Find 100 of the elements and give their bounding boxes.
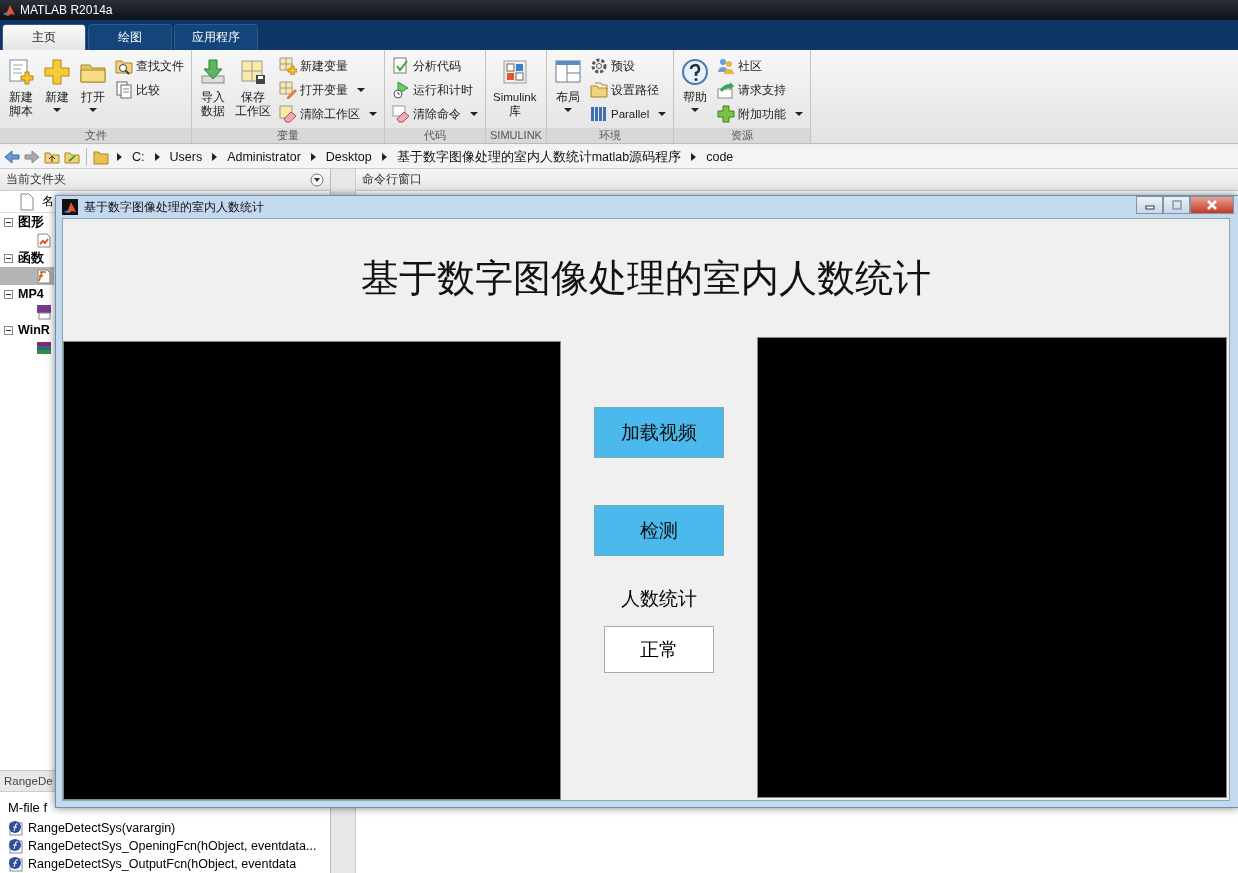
ribbon-button[interactable]: Simulink 库: [490, 54, 540, 126]
tab[interactable]: 应用程序: [174, 24, 258, 50]
group-label: SIMULINK: [486, 128, 546, 143]
eraser-icon: [392, 105, 410, 123]
figure-file-icon: [36, 232, 52, 248]
ribbon-button[interactable]: 分析代码: [389, 54, 481, 78]
result-display: 正常: [604, 626, 714, 673]
collapse-icon[interactable]: [4, 325, 13, 335]
play-clock-icon: [392, 81, 410, 99]
separator-icon: [691, 153, 697, 161]
group-label: MP4: [18, 287, 44, 301]
ribbon-button[interactable]: 请求支持: [714, 78, 807, 102]
maximize-button[interactable]: [1163, 196, 1190, 214]
path-crumb[interactable]: code: [704, 150, 736, 164]
ribbon-button[interactable]: 新建: [40, 54, 74, 126]
book-stack-icon: [36, 340, 52, 356]
gear-icon: [589, 57, 608, 75]
squares-icon: [500, 58, 529, 86]
path-crumb[interactable]: 基于数字图像处理的室内人数统计matlab源码程序: [394, 148, 684, 166]
ribbon-button[interactable]: 新建变量: [276, 54, 380, 78]
ribbon-button[interactable]: 运行和计时: [389, 78, 481, 102]
panel-title: 当前文件夹: [6, 171, 66, 188]
app-heading: 基于数字图像处理的室内人数统计: [360, 254, 932, 302]
ribbon-button[interactable]: 打开: [76, 54, 110, 126]
ribbon-button[interactable]: 清除工作区: [276, 102, 380, 126]
people-icon: [717, 57, 736, 75]
folder-icon: [93, 149, 109, 165]
window-title: MATLAB R2014a: [20, 3, 113, 17]
collapse-icon[interactable]: [4, 217, 13, 227]
function-item[interactable]: RangeDetectSys_OutputFcn(hObject, eventdata: [0, 855, 330, 873]
magnifier-folder-icon: [115, 57, 133, 75]
group-label: 资源: [674, 128, 811, 143]
ribbon-button[interactable]: 设置路径: [586, 78, 670, 102]
window-title: 基于数字图像处理的室内人数统计: [84, 198, 265, 216]
forward-arrow-icon: [24, 150, 40, 164]
ribbon-button[interactable]: 导入 数据: [196, 54, 230, 126]
file-description: M-file f: [7, 799, 48, 817]
ribbon-button[interactable]: 预设: [586, 54, 670, 78]
group-label: 函数: [18, 249, 44, 267]
group-label: 文件: [0, 128, 191, 143]
browse-folder-icon: [64, 150, 80, 164]
path-crumb[interactable]: Desktop: [323, 150, 374, 164]
plus-icon: [717, 105, 736, 123]
document-icon: [20, 192, 34, 211]
ribbon-button[interactable]: 新建 脚本: [4, 54, 38, 126]
collapse-icon[interactable]: [4, 253, 13, 263]
bars-icon: [589, 105, 608, 123]
separator-icon: [310, 153, 316, 161]
ribbon-button[interactable]: 保存 工作区: [232, 54, 274, 126]
plus-icon: [43, 58, 71, 86]
grid-plus-icon: [279, 57, 297, 75]
group-label: 代码: [385, 128, 485, 143]
separator-icon: [154, 153, 160, 161]
document-plus-icon: [7, 58, 35, 86]
eraser-icon: [279, 105, 297, 123]
action-button[interactable]: 检测: [594, 505, 724, 556]
help-icon: [681, 58, 710, 86]
document-icon: [115, 81, 133, 99]
close-button[interactable]: [1190, 196, 1234, 214]
ribbon-button[interactable]: 比较: [112, 78, 187, 102]
separator-icon: [212, 153, 218, 161]
function-item[interactable]: RangeDetectSys_OpeningFcn(hObject, eventdata...: [0, 837, 330, 855]
ribbon-button[interactable]: 打开变量: [276, 78, 380, 102]
separator-icon: [117, 153, 122, 161]
ribbon-button[interactable]: 查找文件: [112, 54, 187, 78]
check-document-icon: [392, 57, 410, 75]
back-arrow-icon: [4, 150, 20, 164]
peak-logo-icon: [62, 199, 78, 215]
group-label: 环境: [546, 128, 674, 143]
tab[interactable]: 绘图: [88, 24, 172, 50]
tab[interactable]: 主页: [2, 24, 86, 50]
path-crumb[interactable]: C:: [130, 150, 147, 164]
count-label: 人数统计: [621, 586, 697, 611]
group-label: 变量: [192, 128, 384, 143]
ribbon-button[interactable]: 帮助: [678, 54, 713, 126]
close-icon: [1206, 200, 1218, 210]
group-label: WinR: [18, 323, 50, 337]
column-title: 名: [42, 193, 54, 210]
path-crumb[interactable]: Users: [167, 150, 205, 164]
ribbon-button[interactable]: Parallel: [586, 102, 670, 126]
function-item[interactable]: RangeDetectSys(varargin): [0, 819, 330, 837]
download-arrow-icon: [199, 58, 227, 86]
function-icon: [8, 820, 24, 836]
ribbon-button[interactable]: 清除命令: [389, 102, 481, 126]
collapse-icon[interactable]: [4, 289, 13, 299]
path-crumb[interactable]: Administrator: [225, 150, 303, 164]
function-file-icon: [36, 268, 52, 284]
ribbon-button[interactable]: 附加功能: [714, 102, 807, 126]
ribbon-button[interactable]: 布局: [550, 54, 585, 126]
arrow-envelope-icon: [717, 81, 736, 99]
maximize-icon: [1170, 200, 1183, 210]
folder-icon: [589, 81, 608, 99]
dropdown-circle-icon: [310, 172, 324, 187]
window-grid-icon: [553, 58, 582, 86]
up-folder-icon: [44, 150, 60, 164]
peak-logo-icon: [2, 3, 16, 17]
ribbon-button[interactable]: 社区: [714, 54, 807, 78]
action-button[interactable]: 加载视频: [594, 407, 724, 458]
minimize-button[interactable]: [1136, 196, 1163, 214]
function-icon: [8, 838, 24, 854]
